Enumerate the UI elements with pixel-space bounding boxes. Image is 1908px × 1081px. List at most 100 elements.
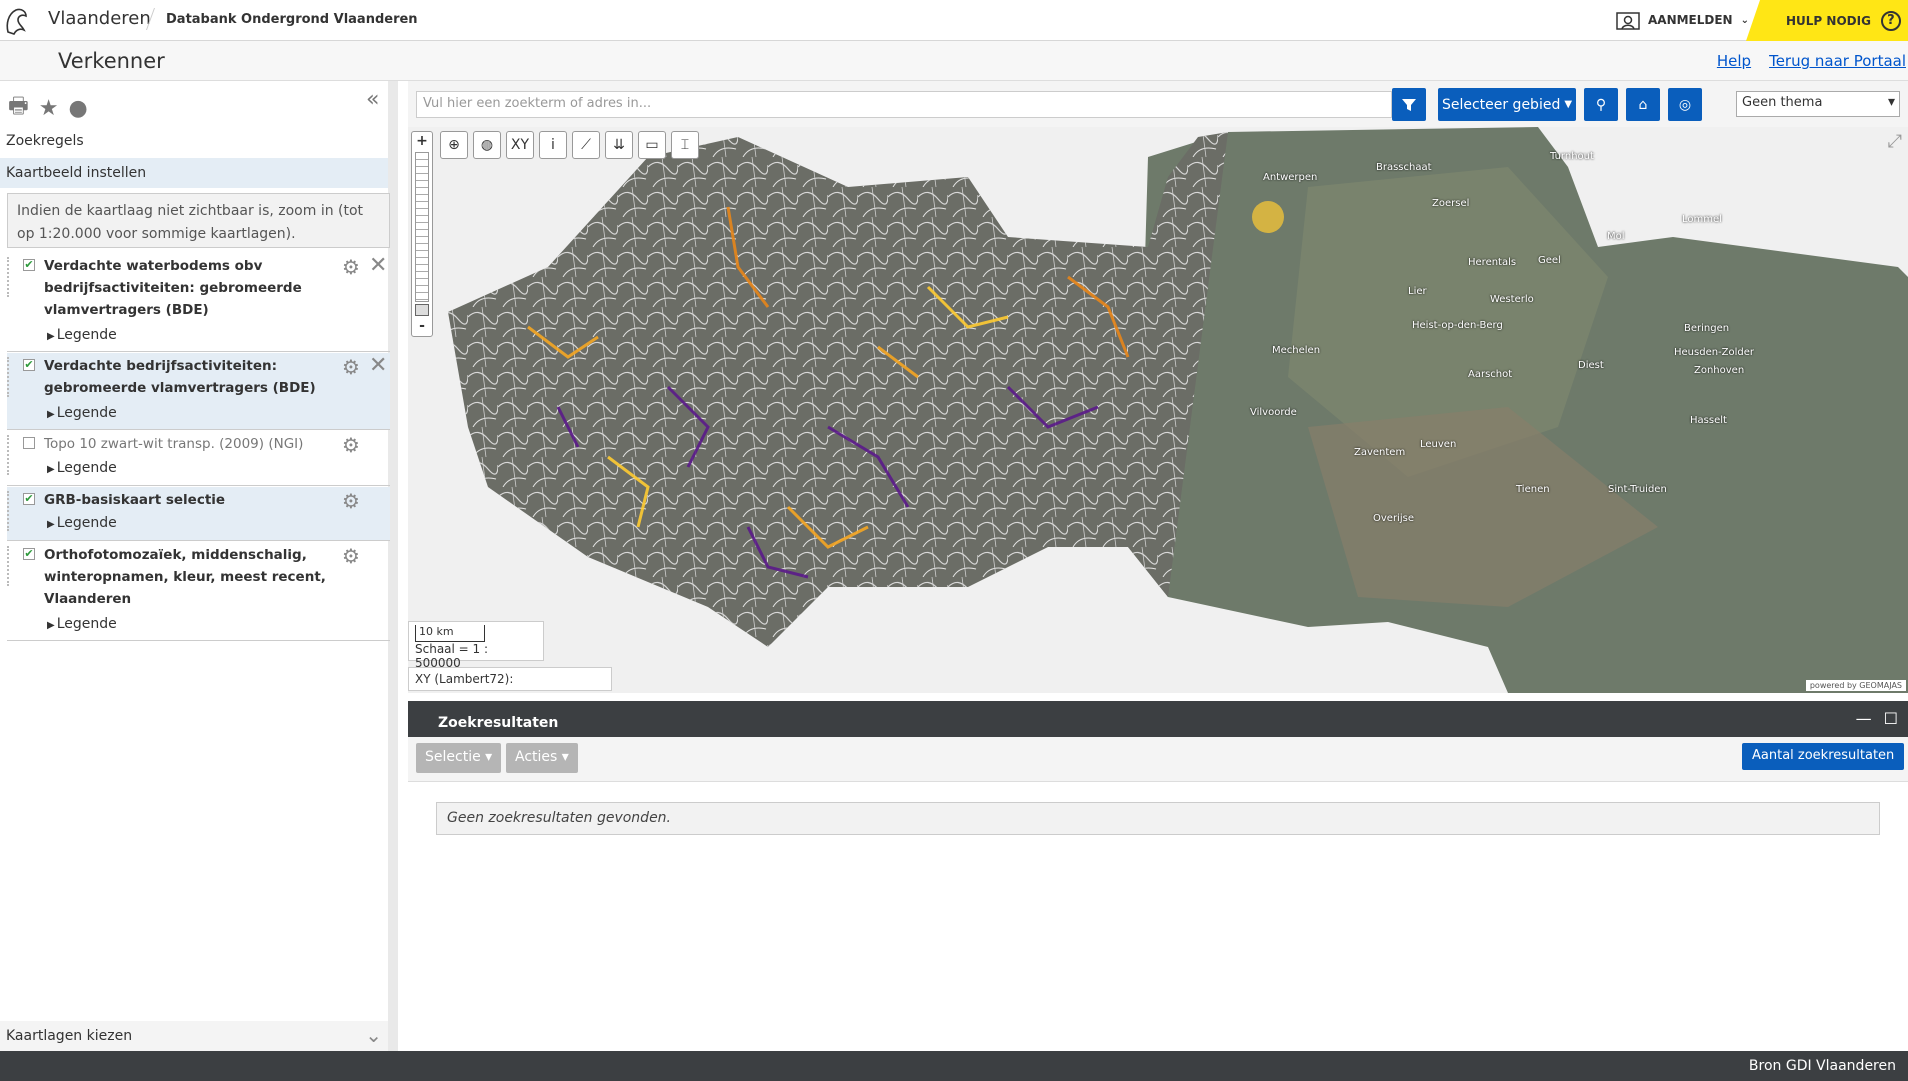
map-place-label: Geel [1538, 255, 1561, 266]
search-input[interactable]: Vul hier een zoekterm of adres in... [416, 91, 1392, 118]
help-button[interactable]: HULP NODIG ? [1746, 0, 1908, 41]
double-chevron-down-icon[interactable]: ⌄ [365, 1023, 382, 1047]
layer-checkbox[interactable]: ✔ [23, 548, 35, 560]
layer-name: Topo 10 zwart-wit transp. (2009) (NGI) [44, 436, 304, 452]
drag-handle[interactable] [7, 491, 12, 531]
help-label: HULP NODIG [1786, 13, 1871, 28]
scale-bar: 10 km [415, 625, 485, 642]
print-icon[interactable]: 🖶 [8, 89, 29, 127]
gear-icon[interactable]: ⚙ [342, 489, 360, 513]
star-icon[interactable]: ★ [39, 96, 59, 121]
result-count-button[interactable]: Aantal zoekresultaten [1742, 743, 1905, 770]
area-search-button[interactable]: ⌂ [1626, 88, 1660, 121]
layer-checkbox[interactable]: ✔ [23, 359, 35, 371]
map-place-label: Westerlo [1490, 294, 1534, 305]
maximize-icon[interactable]: ☐ [1884, 709, 1898, 728]
results-title: Zoekresultaten [438, 715, 559, 731]
site-subtitle[interactable]: Databank Ondergrond Vlaanderen [166, 12, 418, 27]
close-icon[interactable]: ✕ [369, 353, 387, 378]
filter-button[interactable] [1392, 88, 1426, 121]
globe-icon[interactable]: ◍ [473, 131, 501, 159]
brand-name[interactable]: Vlaanderen [48, 8, 151, 29]
map-place-label: Herentals [1468, 257, 1517, 268]
xy-button[interactable]: XY [506, 131, 534, 159]
search-toolbar: Vul hier een zoekterm of adres in... Sel… [408, 81, 1908, 127]
map-place-label: Aarschot [1468, 369, 1513, 380]
map-settings-heading[interactable]: Kaartbeeld instellen [0, 158, 388, 188]
gear-icon[interactable]: ⚙ [342, 433, 360, 457]
help-link[interactable]: Help [1717, 52, 1751, 70]
spatial-search-button[interactable]: ◎ [1668, 88, 1702, 121]
expand-map-icon[interactable]: ⤢ [1888, 131, 1902, 152]
zoom-out-button[interactable]: - [412, 318, 432, 334]
scale-label: Schaal = 1 : 500000 [415, 642, 489, 670]
caret-down-icon: ▼ [1564, 99, 1573, 110]
select-area-button[interactable]: Selecteer gebied ▼ [1438, 88, 1576, 121]
minimize-icon[interactable]: — [1856, 709, 1872, 728]
house-search-icon: ⌂ [1638, 96, 1648, 113]
chart-icon[interactable]: ⌶ [671, 131, 699, 159]
legend-toggle[interactable]: Legende [47, 460, 117, 476]
zoom-slider[interactable]: + - [411, 131, 433, 337]
selection-button[interactable]: Selectie ▾ [416, 743, 502, 773]
comment-icon[interactable]: ● [69, 96, 88, 121]
info-icon[interactable]: i [539, 131, 567, 159]
layer-checkbox[interactable]: ✔ [23, 259, 35, 271]
selection-label: Selectie [425, 749, 481, 765]
drag-handle[interactable] [7, 257, 12, 297]
search-rules-heading[interactable]: Zoekregels [6, 133, 84, 149]
zoom-thumb[interactable] [415, 304, 429, 316]
collapse-sidebar-icon[interactable]: « [366, 87, 379, 112]
map-place-label: Overijse [1373, 513, 1414, 524]
zoom-in-button[interactable]: + [412, 132, 432, 150]
map-canvas[interactable] [408, 127, 1908, 693]
map-place-label: Mol [1607, 231, 1625, 242]
gear-icon[interactable]: ⚙ [342, 544, 360, 568]
legend-toggle[interactable]: Legende [47, 405, 117, 421]
map-place-label: Heusden-Zolder [1674, 347, 1755, 358]
drag-handle[interactable] [7, 546, 12, 586]
layer-name: Verdachte bedrijfsactiviteiten: gebromee… [44, 358, 316, 396]
layer-checkbox[interactable]: ✔ [23, 493, 35, 505]
map-place-label: Turnhout [1550, 151, 1594, 162]
layer-checkbox[interactable] [23, 437, 35, 449]
person-search-icon: ⚲ [1595, 96, 1607, 113]
drag-handle[interactable] [7, 357, 12, 397]
layer-name: GRB-basiskaart selectie [44, 492, 226, 508]
layer-item: ✔ GRB-basiskaart selectie ⚙ Legende [7, 487, 390, 541]
top-bar: Vlaanderen Databank Ondergrond Vlaandere… [0, 0, 1908, 41]
scale-box: 10 km Schaal = 1 : 500000 [408, 621, 544, 670]
coordinates-readout: XY (Lambert72): [408, 667, 612, 691]
map-place-label: Leuven [1420, 439, 1457, 450]
sidebar-tools: 🖶 ★ ● [8, 89, 88, 127]
user-card-icon [1616, 12, 1640, 30]
zoom-track[interactable] [415, 152, 429, 302]
legend-toggle[interactable]: Legende [47, 616, 117, 632]
back-to-portal-link[interactable]: Terug naar Portaal [1769, 52, 1906, 70]
title-bar: Verkenner Help Terug naar Portaal [0, 41, 1908, 81]
flanders-lion-logo[interactable] [4, 6, 30, 36]
close-icon[interactable]: ✕ [369, 253, 387, 278]
layer-name: Verdachte waterbodems obv bedrijfsactivi… [44, 258, 302, 318]
legend-toggle[interactable]: Legende [47, 515, 117, 531]
sidebar: 🖶 ★ ● « Zoekregels Kaartbeeld instellen … [0, 81, 398, 1051]
ruler-icon[interactable]: ⟋ [572, 131, 600, 159]
zoom-note: Indien de kaartlaag niet zichtbaar is, z… [7, 193, 390, 248]
map-toolbar: ⊕ ◍ XY i ⟋ ⇊ ▭ ⌶ [440, 131, 699, 159]
choose-layers-bar[interactable]: Kaartlagen kiezen ⌄ [0, 1021, 388, 1051]
login-button[interactable]: AANMELDEN ⌄ [1616, 8, 1749, 32]
layer-item: Topo 10 zwart-wit transp. (2009) (NGI) ⚙… [7, 431, 390, 486]
folder-icon[interactable]: ▭ [638, 131, 666, 159]
legend-toggle[interactable]: Legende [47, 327, 117, 343]
locate-person-button[interactable]: ⚲ [1584, 88, 1618, 121]
gear-icon[interactable]: ⚙ [342, 355, 360, 379]
zoom-in-icon[interactable]: ⊕ [440, 131, 468, 159]
theme-select[interactable]: Geen thema [1736, 91, 1900, 117]
gear-icon[interactable]: ⚙ [342, 255, 360, 279]
map-view[interactable]: Antwerpen Brasschaat Zoersel Turnhout Me… [408, 127, 1908, 693]
actions-button[interactable]: Acties ▾ [506, 743, 578, 773]
drill-icon[interactable]: ⇊ [605, 131, 633, 159]
drag-handle[interactable] [7, 435, 12, 475]
no-results-message: Geen zoekresultaten gevonden. [436, 802, 1880, 835]
select-area-label: Selecteer gebied [1441, 96, 1561, 113]
